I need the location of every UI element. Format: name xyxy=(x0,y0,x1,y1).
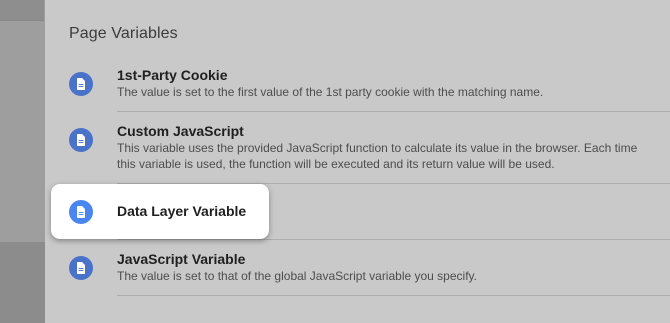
document-icon xyxy=(69,256,93,280)
variable-type-description: The value is set to the first value of t… xyxy=(117,85,544,99)
variable-type-title: Data Layer Variable xyxy=(117,203,247,219)
variable-type-panel: Page Variables 1st-Party Cookie The valu… xyxy=(45,0,670,323)
variable-type-item-javascript-variable[interactable]: JavaScript Variable The value is set to … xyxy=(45,246,670,296)
variable-type-title: Custom JavaScript xyxy=(117,123,244,139)
variable-type-item-data-layer-variable[interactable]: Data Layer Variable xyxy=(51,184,269,239)
variable-type-item-custom-javascript[interactable]: Custom JavaScript This variable uses the… xyxy=(45,118,670,182)
divider xyxy=(117,111,670,112)
variable-type-title: 1st-Party Cookie xyxy=(117,67,228,83)
variable-type-item-1st-party-cookie[interactable]: 1st-Party Cookie The value is set to the… xyxy=(45,62,670,112)
document-icon xyxy=(69,128,93,152)
document-icon xyxy=(69,72,93,96)
variable-type-description: This variable uses the provided JavaScri… xyxy=(117,141,638,171)
divider xyxy=(117,295,670,296)
divider xyxy=(117,239,670,240)
variable-type-description: The value is set to that of the global J… xyxy=(117,269,477,283)
variable-type-title: JavaScript Variable xyxy=(117,251,246,267)
document-icon xyxy=(69,200,93,224)
background-card-header xyxy=(0,0,44,21)
section-title: Page Variables xyxy=(69,25,178,42)
